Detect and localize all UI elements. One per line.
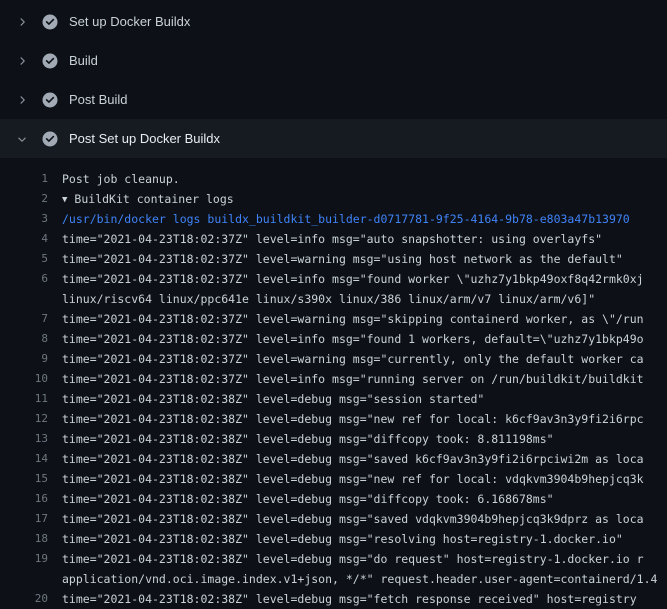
line-number[interactable]: 14 [0, 449, 48, 469]
log-line: 1 Post job cleanup. [0, 169, 667, 189]
log-line: application/vnd.oci.image.index.v1+json,… [0, 569, 667, 589]
line-number[interactable]: 8 [0, 329, 48, 349]
step-label: Post Set up Docker Buildx [69, 131, 220, 146]
log-text: time="2021-04-23T18:02:38Z" level=debug … [62, 429, 554, 449]
chevron-icon [16, 94, 28, 106]
line-number[interactable]: 12 [0, 409, 48, 429]
line-number[interactable]: 11 [0, 389, 48, 409]
log-text: time="2021-04-23T18:02:38Z" level=debug … [62, 489, 554, 509]
log-text: time="2021-04-23T18:02:37Z" level=info m… [62, 369, 644, 389]
log-text: time="2021-04-23T18:02:38Z" level=debug … [62, 509, 644, 529]
line-number [0, 289, 48, 309]
log-line: 12 time="2021-04-23T18:02:38Z" level=debu… [0, 409, 667, 429]
log-line: 9 time="2021-04-23T18:02:37Z" level=warni… [0, 349, 667, 369]
log-text: time="2021-04-23T18:02:38Z" level=debug … [62, 449, 644, 469]
step-label: Set up Docker Buildx [69, 14, 190, 29]
log-text: time="2021-04-23T18:02:38Z" level=debug … [62, 389, 484, 409]
log-text: time="2021-04-23T18:02:37Z" level=info m… [62, 269, 644, 289]
log-line: 20 time="2021-04-23T18:02:38Z" level=debu… [0, 589, 667, 609]
line-number[interactable]: 16 [0, 489, 48, 509]
group-label: BuildKit container logs [74, 192, 233, 206]
log-text: time="2021-04-23T18:02:37Z" level=warnin… [62, 309, 644, 329]
line-number[interactable]: 20 [0, 589, 48, 609]
log-line: 16 time="2021-04-23T18:02:38Z" level=debu… [0, 489, 667, 509]
line-number[interactable]: 19 [0, 549, 48, 569]
check-circle-icon [42, 92, 58, 108]
check-circle-icon [42, 53, 58, 69]
line-number[interactable]: 15 [0, 469, 48, 489]
log-line: 5 time="2021-04-23T18:02:37Z" level=warni… [0, 249, 667, 269]
line-number[interactable]: 2 [0, 189, 48, 209]
log-text: linux/riscv64 linux/ppc641e linux/s390x … [62, 289, 595, 309]
log-line: 3/usr/bin/docker logs buildx_buildkit_bu… [0, 209, 667, 229]
line-number[interactable]: 13 [0, 429, 48, 449]
line-number[interactable]: 1 [0, 169, 48, 189]
log-text: time="2021-04-23T18:02:37Z" level=warnin… [62, 249, 623, 269]
step-label: Post Build [69, 92, 128, 107]
step-header-build[interactable]: Build [0, 41, 667, 80]
log-line: 13 time="2021-04-23T18:02:38Z" level=debu… [0, 429, 667, 449]
line-number[interactable]: 9 [0, 349, 48, 369]
chevron-icon [16, 55, 28, 67]
log-text: time="2021-04-23T18:02:38Z" level=debug … [62, 469, 644, 489]
log-line: 2 ▼ BuildKit container logs [0, 189, 667, 209]
log-text: time="2021-04-23T18:02:38Z" level=debug … [62, 409, 644, 429]
line-number[interactable]: 6 [0, 269, 48, 289]
log-command: /usr/bin/docker logs buildx_buildkit_bui… [62, 209, 630, 229]
log-body: 1 Post job cleanup. 2 ▼ BuildKit container l… [0, 158, 667, 609]
step-header-post-build[interactable]: Post Build [0, 80, 667, 119]
check-circle-icon [42, 131, 58, 147]
check-circle-icon [42, 14, 58, 30]
log-text: application/vnd.oci.image.index.v1+json,… [62, 569, 657, 589]
line-number [0, 569, 48, 589]
log-line: 4 time="2021-04-23T18:02:37Z" level=info … [0, 229, 667, 249]
log-text: time="2021-04-23T18:02:37Z" level=info m… [62, 329, 644, 349]
log-text: time="2021-04-23T18:02:37Z" level=info m… [62, 229, 602, 249]
log-text: time="2021-04-23T18:02:37Z" level=warnin… [62, 349, 644, 369]
log-line: 7 time="2021-04-23T18:02:37Z" level=warni… [0, 309, 667, 329]
line-number[interactable]: 5 [0, 249, 48, 269]
step-label: Build [69, 53, 98, 68]
chevron-icon [16, 133, 28, 145]
line-number[interactable]: 7 [0, 309, 48, 329]
line-number[interactable]: 17 [0, 509, 48, 529]
log-line: 15 time="2021-04-23T18:02:38Z" level=debu… [0, 469, 667, 489]
log-text: time="2021-04-23T18:02:38Z" level=debug … [62, 549, 644, 569]
step-header-post-set-up-docker-buildx[interactable]: Post Set up Docker Buildx [0, 119, 667, 158]
log-line: 19 time="2021-04-23T18:02:38Z" level=debu… [0, 549, 667, 569]
log-line: 6 time="2021-04-23T18:02:37Z" level=info … [0, 269, 667, 289]
log-line: 18 time="2021-04-23T18:02:38Z" level=debu… [0, 529, 667, 549]
log-text: Post job cleanup. [62, 169, 180, 189]
log-line: linux/riscv64 linux/ppc641e linux/s390x … [0, 289, 667, 309]
line-number[interactable]: 3 [0, 209, 48, 229]
log-text: time="2021-04-23T18:02:38Z" level=debug … [62, 589, 637, 609]
step-list: Set up Docker Buildx Build Post Build Post … [0, 0, 667, 158]
log-line: 17 time="2021-04-23T18:02:38Z" level=debu… [0, 509, 667, 529]
log-text: time="2021-04-23T18:02:38Z" level=debug … [62, 529, 623, 549]
chevron-icon [16, 16, 28, 28]
log-line: 11 time="2021-04-23T18:02:38Z" level=debu… [0, 389, 667, 409]
step-header-set-up-docker-buildx[interactable]: Set up Docker Buildx [0, 2, 667, 41]
log-line: 8 time="2021-04-23T18:02:37Z" level=info … [0, 329, 667, 349]
line-number[interactable]: 18 [0, 529, 48, 549]
line-number[interactable]: 4 [0, 229, 48, 249]
group-caret-icon: ▼ [62, 190, 67, 209]
log-line: 10 time="2021-04-23T18:02:37Z" level=info… [0, 369, 667, 389]
log-line: 14 time="2021-04-23T18:02:38Z" level=debu… [0, 449, 667, 469]
line-number[interactable]: 10 [0, 369, 48, 389]
log-group-toggle[interactable]: ▼ BuildKit container logs [62, 189, 234, 209]
